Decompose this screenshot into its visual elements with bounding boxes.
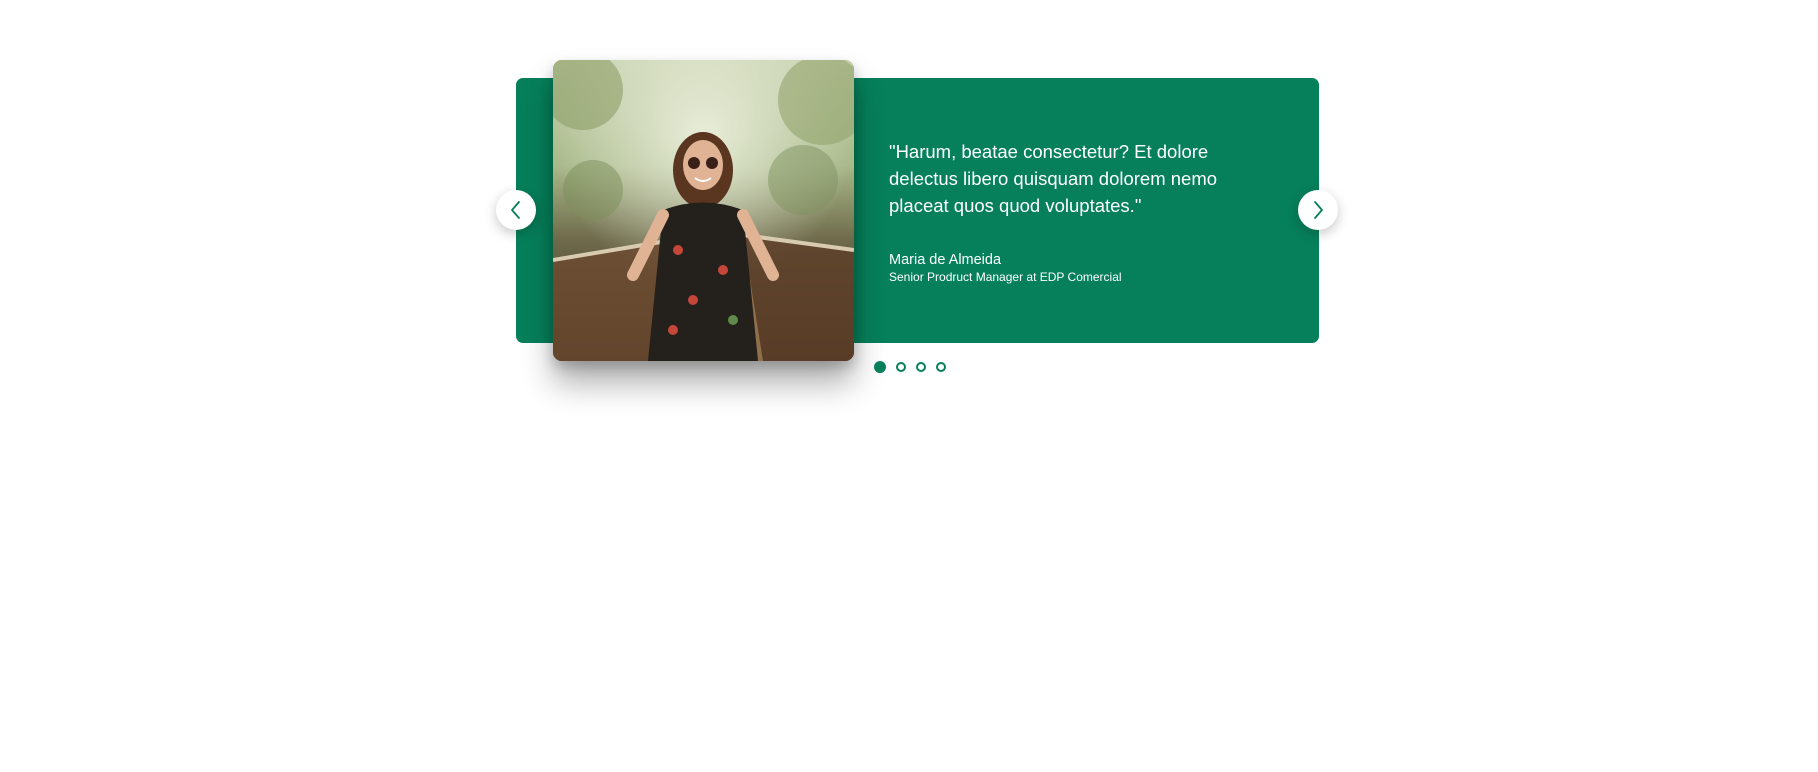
pagination-dots	[874, 361, 946, 373]
pagination-dot-1[interactable]	[874, 361, 886, 373]
author-name: Maria de Almeida	[889, 252, 1002, 268]
author-role: Senior Prodruct Manager at EDP Comercial	[889, 270, 1122, 284]
testimonial-carousel: "Harum, beatae consectetur? Et dolore de…	[0, 0, 1818, 772]
previous-button[interactable]	[496, 190, 536, 230]
pagination-dot-3[interactable]	[916, 362, 926, 372]
pagination-dot-4[interactable]	[936, 362, 946, 372]
pagination-dot-2[interactable]	[896, 362, 906, 372]
chevron-right-icon	[1311, 200, 1325, 220]
next-button[interactable]	[1298, 190, 1338, 230]
testimonial-photo	[553, 60, 854, 361]
chevron-left-icon	[509, 200, 523, 220]
testimonial-quote: "Harum, beatae consectetur? Et dolore de…	[889, 141, 1218, 216]
